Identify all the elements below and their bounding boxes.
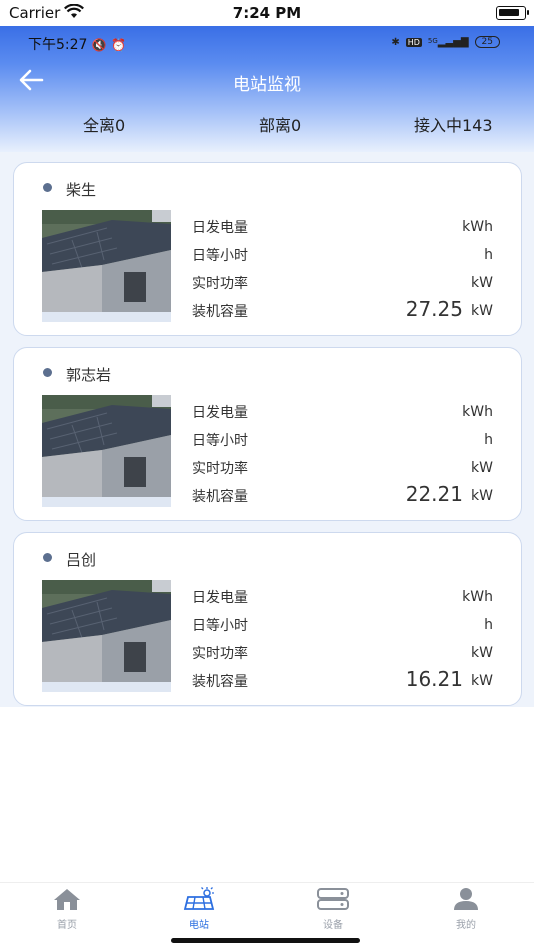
unit-kwh: kWh <box>462 589 493 605</box>
unit-kw: kW <box>471 673 493 689</box>
unit-h: h <box>484 247 493 263</box>
android-status-icons: ✱ HD 5G▂▃▅▇ 25 <box>391 36 500 48</box>
android-time: 下午5:27 🔇 ⏰ <box>28 37 127 53</box>
signal-icon: 5G▂▃▅▇ <box>427 36 469 48</box>
label-daily-generation: 日发电量 <box>192 220 248 236</box>
android-battery-icon: 25 <box>474 36 500 48</box>
capacity-value: 22.21 <box>405 482 463 506</box>
summary-all-offline[interactable]: 全离0 <box>83 112 125 136</box>
page-title: 电站监视 <box>233 75 301 95</box>
station-card[interactable]: 吕创 日发电量 kWh 日等小时 h 实时功率 kW 装机容量 16.21 kW <box>13 532 522 706</box>
tab-label: 我的 <box>456 920 476 931</box>
station-list: 柴生 日发电量 kWh 日等小时 h 实时功率 kW 装机容量 27.25 kW… <box>0 152 534 707</box>
tab-device[interactable]: 设备 <box>293 887 373 931</box>
tab-home[interactable]: 首页 <box>27 887 107 931</box>
home-indicator <box>171 938 360 943</box>
label-daily-generation: 日发电量 <box>192 590 248 606</box>
home-icon <box>54 889 80 910</box>
station-name: 吕创 <box>66 551 97 569</box>
label-installed-capacity: 装机容量 <box>192 304 248 320</box>
status-dot <box>43 368 52 377</box>
unit-kw: kW <box>471 645 493 661</box>
station-name: 郭志岩 <box>66 366 112 384</box>
station-card[interactable]: 郭志岩 日发电量 kWh 日等小时 h 实时功率 kW 装机容量 22.21 k… <box>13 347 522 521</box>
bluetooth-icon: ✱ <box>391 36 400 48</box>
unit-kw: kW <box>471 488 493 504</box>
mute-icon: 🔇 <box>91 38 107 52</box>
ios-time: 7:24 PM <box>232 4 302 22</box>
alarm-icon: ⏰ <box>111 38 127 52</box>
header: 下午5:27 🔇 ⏰ ✱ HD 5G▂▃▅▇ 25 电站监视 全离0 部离0 接… <box>0 26 534 152</box>
tab-label: 电站 <box>189 920 209 931</box>
status-dot <box>43 553 52 562</box>
device-icon <box>317 888 349 910</box>
label-daily-hours: 日等小时 <box>192 433 248 449</box>
label-daily-hours: 日等小时 <box>192 618 248 634</box>
label-realtime-power: 实时功率 <box>192 276 248 292</box>
tab-label: 设备 <box>323 920 343 931</box>
unit-kw: kW <box>471 275 493 291</box>
station-card[interactable]: 柴生 日发电量 kWh 日等小时 h 实时功率 kW 装机容量 27.25 kW <box>13 162 522 336</box>
unit-h: h <box>484 617 493 633</box>
station-photo <box>42 395 171 507</box>
station-name: 柴生 <box>66 181 97 199</box>
label-daily-generation: 日发电量 <box>192 405 248 421</box>
battery-icon <box>496 6 529 20</box>
label-realtime-power: 实时功率 <box>192 646 248 662</box>
tab-profile[interactable]: 我的 <box>426 887 506 931</box>
ios-status-bar: Carrier 7:24 PM <box>0 0 534 26</box>
unit-h: h <box>484 432 493 448</box>
capacity-value: 16.21 <box>405 667 463 691</box>
status-dot <box>43 183 52 192</box>
summary-partial-offline[interactable]: 部离0 <box>259 112 301 136</box>
label-installed-capacity: 装机容量 <box>192 674 248 690</box>
label-installed-capacity: 装机容量 <box>192 489 248 505</box>
capacity-value: 27.25 <box>405 297 463 321</box>
tab-station[interactable]: 电站 <box>159 887 239 931</box>
unit-kwh: kWh <box>462 219 493 235</box>
station-photo <box>42 580 171 692</box>
station-photo <box>42 210 171 322</box>
unit-kw: kW <box>471 303 493 319</box>
unit-kwh: kWh <box>462 404 493 420</box>
label-daily-hours: 日等小时 <box>192 248 248 264</box>
user-icon <box>454 888 478 910</box>
hd-icon: HD <box>405 37 422 47</box>
tab-label: 首页 <box>57 920 77 931</box>
label-realtime-power: 实时功率 <box>192 461 248 477</box>
unit-kw: kW <box>471 460 493 476</box>
solar-panel-icon <box>183 887 215 910</box>
summary-connecting[interactable]: 接入中143 <box>414 112 493 136</box>
